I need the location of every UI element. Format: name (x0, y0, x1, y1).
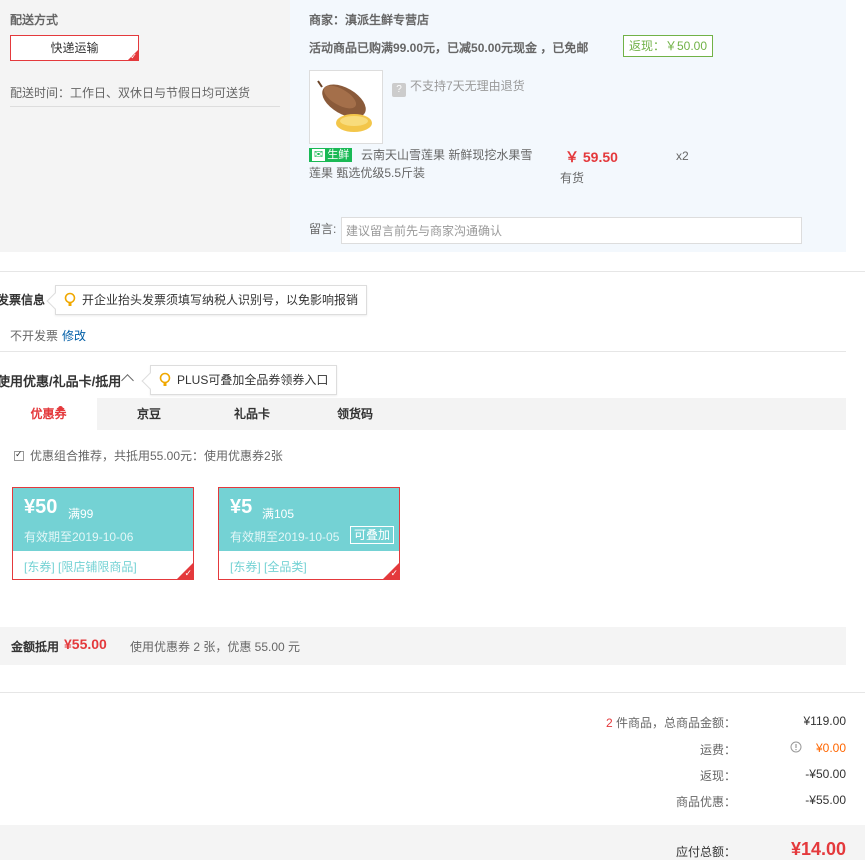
promo-text: 活动商品已购满99.00元，已减50.00元现金 ，已免邮 (309, 41, 589, 55)
goods-total-text: 件商品，总商品金额： (612, 716, 736, 730)
freight-value: ¥0.00 (815, 741, 846, 755)
plus-coupon-tip-text: PLUS可叠加全品券领券入口 (177, 373, 329, 387)
coupon-scope: [东券] [限店铺限商品] (24, 560, 137, 574)
check-icon: ✓ (184, 568, 192, 578)
message-input[interactable] (341, 217, 802, 244)
deduction-label: 金额抵用 (11, 640, 60, 654)
coupon-condition: 满105 (262, 507, 295, 521)
coupon-amount: ¥5 (230, 496, 253, 518)
divider (0, 692, 865, 693)
new-dot-icon (58, 406, 63, 411)
invoice-tip-text: 开企业抬头发票须填写纳税人识别号，以免影响报销 (82, 293, 359, 307)
fresh-icon: ✉ (312, 149, 326, 161)
coupon-card[interactable]: ¥50 满99 有效期至2019-10-06 [东券] [限店铺限商品] ✓ (12, 487, 194, 580)
fresh-badge-label: 生鲜 (327, 149, 350, 161)
coupon-scope: [东券] [全品类] (230, 560, 307, 574)
lightbulb-icon (64, 292, 76, 306)
item-count: 2 (605, 716, 613, 730)
tab-coupons[interactable]: 优惠券 (0, 398, 97, 430)
express-shipping-button[interactable]: 快递运输 ✓ (10, 35, 139, 61)
product-quantity: x2 (676, 149, 689, 163)
freight-label: 运费： (699, 743, 736, 757)
invoice-edit-link[interactable]: 修改 (62, 327, 86, 344)
tab-pickup-code[interactable]: 领货码 (303, 398, 407, 430)
coupon-amount: ¥50 (24, 496, 58, 518)
deduction-bar (0, 627, 846, 665)
chevron-up-icon[interactable] (121, 374, 134, 387)
deduction-description: 使用优惠券 2 张，优惠 55.00 元 (130, 640, 301, 654)
shipping-title: 配送方式 (10, 13, 59, 27)
discount-value: -¥55.00 (805, 793, 846, 807)
product-price: ￥ 59.50 (565, 149, 618, 165)
yacon-image (317, 80, 372, 132)
payable-label: 应付总额： (675, 845, 736, 859)
divider (10, 106, 280, 107)
express-shipping-label: 快递运输 (50, 41, 99, 55)
stock-status: 有货 (560, 171, 585, 185)
lightbulb-icon (159, 372, 171, 386)
divider (0, 351, 846, 352)
combo-text: 优惠组合推荐，共抵用55.00元：使用优惠券2张 (30, 449, 283, 463)
invoice-title: 发票信息 (0, 293, 46, 307)
tab-jingdou[interactable]: 京豆 (97, 398, 201, 430)
deduction-amount: ¥55.00 (64, 636, 107, 652)
combo-checkbox[interactable] (14, 449, 24, 461)
fresh-badge: ✉ 生鲜 (309, 148, 353, 162)
combo-recommendation[interactable]: 优惠组合推荐，共抵用55.00元：使用优惠券2张 (14, 447, 283, 464)
divider (0, 271, 865, 272)
rebate-label: 返现： (699, 769, 736, 783)
coupon-card[interactable]: ¥5 满105 有效期至2019-10-05 可叠加 [东券] [全品类] ✓ (218, 487, 400, 580)
stackable-badge: 可叠加 (350, 526, 395, 544)
goods-total-value: ¥119.00 (803, 714, 847, 728)
coupon-expiry: 有效期至2019-10-06 (24, 530, 134, 544)
payable-value: ¥14.00 (790, 839, 846, 859)
no-return-icon: ? (392, 83, 406, 97)
discount-tabs: 优惠券 京豆 礼品卡 领货码 (0, 398, 846, 430)
no-return-text: 不支持7天无理由退货 (410, 79, 525, 93)
coupon-expiry: 有效期至2019-10-05 (230, 530, 340, 544)
rebate-value: -¥50.00 (805, 767, 846, 781)
rebate-tag: 返现：￥50.00 (623, 35, 714, 57)
coupon-condition: 满99 (68, 507, 94, 521)
check-icon: ✓ (390, 568, 398, 578)
discount-section-title[interactable]: 使用优惠/礼品卡/抵用 (0, 371, 121, 390)
goods-total-label: 2 件商品，总商品金额： (336, 714, 736, 731)
shop-name: 商家：滇派生鲜专营店 (309, 13, 430, 27)
message-label: 留言: (309, 222, 337, 236)
delivery-time: 配送时间：工作日、双休日与节假日均可送货 (10, 86, 251, 100)
invoice-tip: 开企业抬头发票须填写纳税人识别号，以免影响报销 (46, 285, 368, 315)
plus-coupon-tip[interactable]: PLUS可叠加全品券领券入口 (141, 365, 338, 395)
no-return-notice: ? 不支持7天无理由退货 (392, 77, 525, 97)
discount-label: 商品优惠： (675, 795, 736, 809)
product-image[interactable] (309, 70, 383, 144)
invoice-value: 不开发票 (10, 329, 59, 343)
tab-gift-card[interactable]: 礼品卡 (201, 398, 303, 430)
check-icon: ✓ (130, 52, 137, 61)
